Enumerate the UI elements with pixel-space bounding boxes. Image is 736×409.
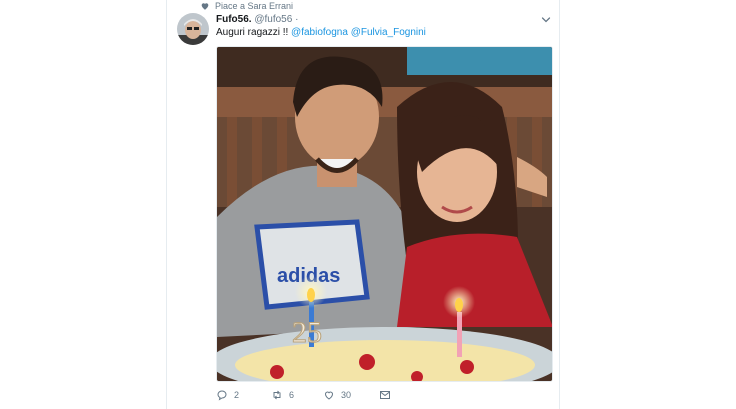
like-icon: [324, 391, 334, 400]
reply-icon: [217, 390, 227, 401]
heart-icon: [201, 3, 209, 10]
like-button[interactable]: 30: [323, 389, 379, 401]
tweet-text-prefix: Auguri ragazzi !!: [216, 27, 289, 38]
tweet-actions: 2 6 30: [216, 389, 391, 401]
user-handle[interactable]: @fufo56: [254, 14, 292, 25]
social-context-text: Piace a Sara Errani: [215, 1, 294, 11]
header-separator: ·: [295, 14, 299, 25]
retweet-button[interactable]: 6: [271, 389, 323, 401]
direct-message-icon: [380, 391, 390, 399]
social-context: Piace a Sara Errani: [200, 0, 293, 12]
chevron-down-icon[interactable]: [540, 14, 552, 26]
direct-message-button[interactable]: [379, 389, 391, 401]
reply-count: 2: [234, 390, 240, 400]
like-count: 30: [341, 390, 352, 400]
tweet-photo[interactable]: adidas 25: [216, 46, 553, 382]
photo-illustration: adidas 25: [217, 47, 552, 381]
display-name[interactable]: Fufo56.: [216, 14, 252, 25]
reply-button[interactable]: 2: [216, 389, 271, 401]
candle-number-text: 25: [292, 316, 322, 349]
retweet-icon: [273, 390, 281, 400]
tweet-header: Fufo56. @fufo56 ·: [216, 14, 298, 25]
tweet-text: Auguri ragazzi !! @fabiofogna @Fulvia_Fo…: [216, 27, 426, 38]
mention-fulvia-fognini[interactable]: @Fulvia_Fognini: [351, 27, 426, 38]
mention-fabiofogna[interactable]: @fabiofogna: [291, 27, 348, 38]
avatar[interactable]: [177, 13, 209, 45]
retweet-count: 6: [289, 390, 295, 400]
